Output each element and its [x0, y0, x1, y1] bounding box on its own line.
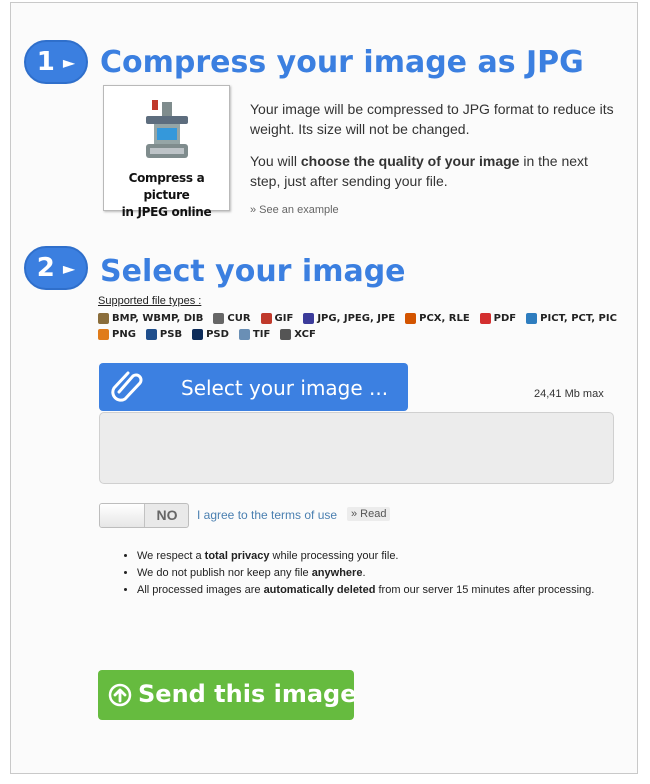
privacy-item: All processed images are automatically d… — [137, 582, 627, 599]
description-paragraph-1: Your image will be compressed to JPG for… — [250, 101, 614, 137]
file-type-pdf: PDF — [479, 313, 517, 324]
agree-terms-label[interactable]: I agree to the terms of use — [197, 508, 337, 522]
file-type-label: CUR — [227, 313, 251, 324]
privacy-bold: total privacy — [204, 550, 270, 562]
step-1-badge: 1 ► — [24, 40, 88, 84]
file-type-label: BMP, WBMP, DIB — [112, 313, 204, 324]
xcf-icon — [280, 329, 292, 340]
supported-types-label: Supported file types : — [98, 295, 202, 307]
desc-p2-pre: You will — [250, 153, 301, 169]
select-image-label: Select your image ... — [181, 376, 389, 400]
gif-icon — [260, 313, 272, 324]
file-type-pcx: PCX, RLE — [405, 313, 470, 324]
privacy-text: . — [362, 567, 366, 579]
psb-icon — [145, 329, 157, 340]
file-type-label: PSD — [206, 329, 229, 340]
file-type-png: PNG — [98, 329, 136, 340]
file-type-tif: TIF — [238, 329, 271, 340]
file-type-label: PSB — [159, 329, 183, 340]
upload-arrow-icon — [108, 683, 132, 707]
privacy-bold: anywhere — [311, 567, 363, 579]
compress-thumbnail[interactable]: Compress a picture in JPEG online — [103, 85, 230, 219]
file-type-label: PICT, PCT, PIC — [540, 313, 617, 324]
privacy-text: All processed images are — [137, 584, 264, 596]
pdf-icon — [479, 313, 491, 324]
png-icon — [98, 329, 109, 340]
file-type-xcf: XCF — [280, 329, 316, 340]
cursor-icon — [213, 313, 225, 324]
send-image-button[interactable]: Send this image — [98, 670, 357, 720]
file-type-cursor: CUR — [213, 313, 251, 324]
privacy-list: We respect a total privacy while process… — [121, 548, 627, 599]
thumbnail-caption-line1: Compress a picture — [128, 171, 205, 202]
file-type-psb: PSB — [145, 329, 183, 340]
privacy-text: from our server 15 minutes after process… — [375, 584, 595, 596]
desc-p2-bold: choose the quality of your image — [300, 153, 520, 169]
select-image-button[interactable]: Select your image ... — [99, 363, 408, 411]
thumbnail-caption: Compress a picture in JPEG online — [104, 170, 229, 221]
pcx-icon — [405, 313, 417, 324]
clamp-compress-icon — [146, 100, 188, 158]
file-type-label: PNG — [112, 329, 136, 340]
play-arrow-icon: ► — [62, 52, 76, 72]
privacy-item: We do not publish nor keep any file anyw… — [137, 565, 627, 582]
file-types-list: BMP, WBMP, DIB CUR GIF JPG, JPEG, JPE PCX, R… — [98, 313, 618, 345]
step-1-title: Compress your image as JPG — [100, 45, 584, 80]
privacy-text: We respect a — [137, 550, 205, 562]
psd-icon — [192, 329, 204, 340]
file-type-psd: PSD — [192, 329, 229, 340]
file-types-row-1: BMP, WBMP, DIB CUR GIF JPG, JPEG, JPE PCX, R… — [98, 313, 618, 324]
privacy-text: We do not publish nor keep any file — [137, 567, 312, 579]
privacy-item: We respect a total privacy while process… — [137, 548, 627, 565]
file-type-gif: GIF — [260, 313, 294, 324]
file-drop-zone[interactable] — [99, 412, 614, 484]
step-2-number: 2 — [36, 253, 55, 283]
terms-toggle[interactable]: NO — [99, 503, 189, 528]
toggle-knob — [100, 504, 145, 527]
play-arrow-icon: ► — [62, 258, 76, 278]
file-type-label: XCF — [294, 329, 316, 340]
read-terms-link[interactable]: » Read — [347, 507, 391, 521]
file-type-label: PDF — [493, 313, 517, 324]
file-types-row-2: PNG PSB PSD TIF XCF — [98, 329, 618, 340]
step-2-badge: 2 ► — [24, 246, 88, 290]
thumbnail-caption-line2: in JPEG online — [121, 205, 212, 219]
description-paragraph-2: You will choose the quality of your imag… — [250, 151, 620, 191]
max-size-label: 24,41 Mb max — [534, 388, 604, 400]
paperclip-icon — [111, 371, 143, 402]
jpg-icon — [303, 313, 315, 324]
step-2-title: Select your image — [100, 254, 406, 289]
file-type-label: JPG, JPEG, JPE — [317, 313, 396, 324]
file-type-pict: PICT, PCT, PIC — [526, 313, 617, 324]
pict-icon — [526, 313, 538, 324]
privacy-text: while processing your file. — [269, 550, 399, 562]
see-example-link[interactable]: » See an example — [250, 204, 339, 216]
file-type-bmp: BMP, WBMP, DIB — [98, 313, 203, 324]
step-1-number: 1 — [36, 47, 55, 77]
file-type-label: GIF — [274, 313, 294, 324]
send-image-label: Send this image — [138, 680, 357, 708]
file-type-label: PCX, RLE — [419, 313, 470, 324]
file-type-jpg: JPG, JPEG, JPE — [303, 313, 395, 324]
toggle-state: NO — [156, 507, 178, 523]
file-type-label: TIF — [252, 329, 271, 340]
tif-icon — [238, 329, 250, 340]
bmp-icon — [98, 313, 109, 324]
privacy-bold: automatically deleted — [263, 584, 376, 596]
